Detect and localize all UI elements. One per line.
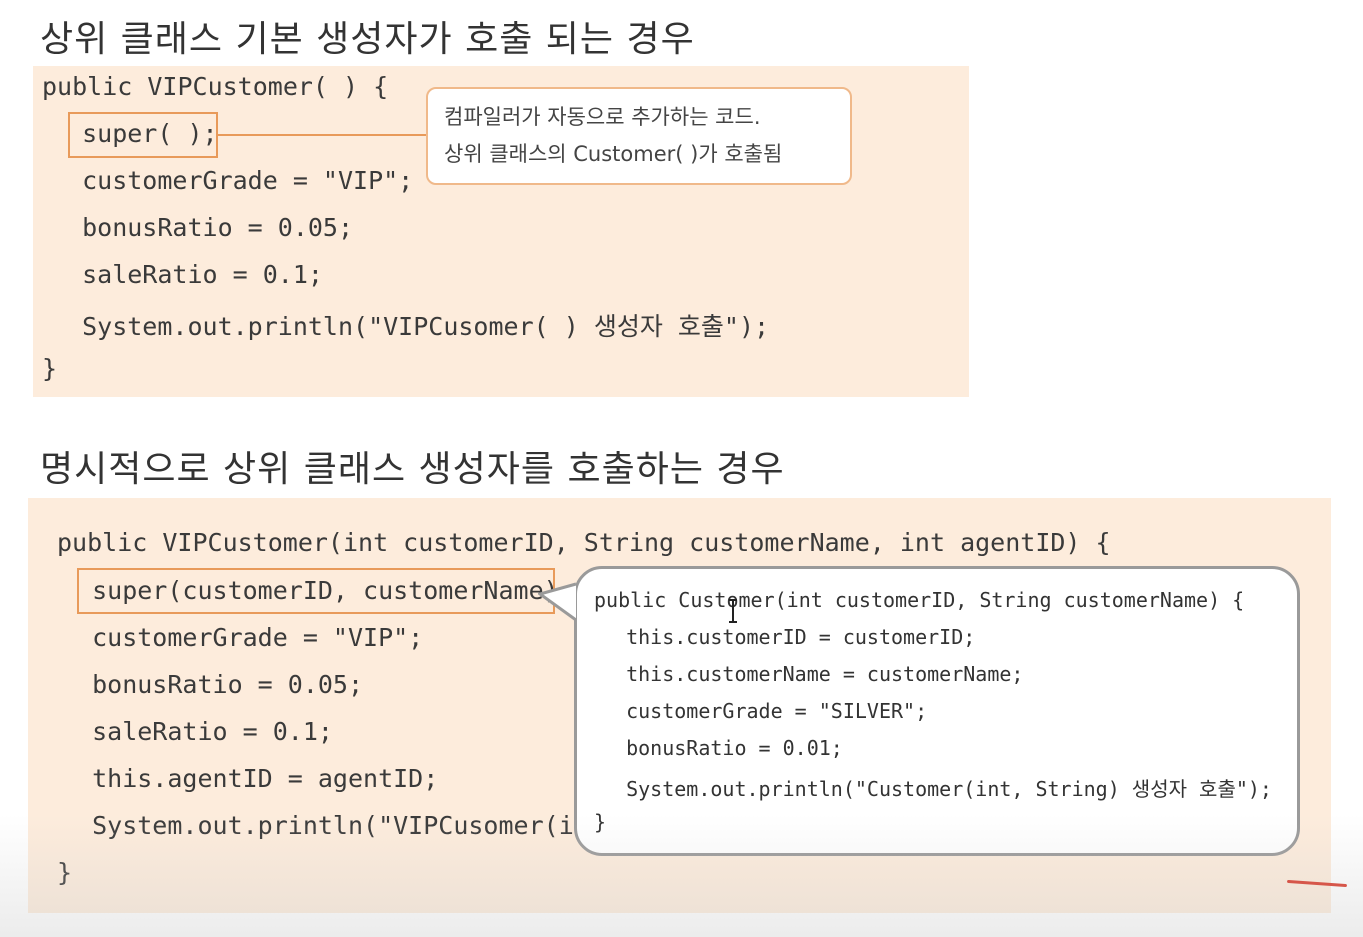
section2-code-line-8: } bbox=[57, 858, 73, 887]
bubble-code-line-1: public Customer(int customerID, String c… bbox=[594, 588, 1245, 612]
bubble-code-line-5: bonusRatio = 0.01; bbox=[602, 736, 843, 760]
bubble-code-line-3: this.customerName = customerName; bbox=[602, 662, 1024, 686]
section2-code-line-5: saleRatio = 0.1; bbox=[62, 717, 333, 746]
section2-code-line-7: System.out.println("VIPCusomer(int bbox=[62, 811, 604, 840]
section2-code-line-6: this.agentID = agentID; bbox=[62, 764, 439, 793]
text-cursor-icon bbox=[729, 599, 737, 623]
section1-code-line-1: public VIPCustomer( ) { bbox=[42, 72, 389, 101]
bubble-pointer bbox=[538, 582, 577, 622]
section1-heading: 상위 클래스 기본 생성자가 호출 되는 경우 bbox=[40, 19, 695, 60]
section1-code-line-6: System.out.println("VIPCusomer( ) 생성자 호출… bbox=[52, 312, 770, 341]
super-call-highlight bbox=[68, 112, 218, 158]
section1-code-line-5: saleRatio = 0.1; bbox=[52, 260, 323, 289]
section1-code-line-4: bonusRatio = 0.05; bbox=[52, 213, 354, 242]
section1-code-line-7: } bbox=[42, 354, 58, 383]
callout-line-1: 컴파일러가 자동으로 추가하는 코드. bbox=[444, 105, 761, 129]
super-args-highlight bbox=[77, 568, 555, 614]
bubble-code-line-6: System.out.println("Customer(int, String… bbox=[602, 777, 1272, 801]
bubble-code-line-2: this.customerID = customerID; bbox=[602, 625, 976, 649]
section2-code-line-4: bonusRatio = 0.05; bbox=[62, 670, 364, 699]
section2-code-line-3: customerGrade = "VIP"; bbox=[62, 623, 424, 652]
bubble-code-line-7: } bbox=[594, 810, 607, 834]
bubble-code-line-4: customerGrade = "SILVER"; bbox=[602, 699, 928, 723]
compiler-callout: 컴파일러가 자동으로 추가하는 코드. 상위 클래스의 Customer( )가… bbox=[426, 87, 852, 185]
section2-heading: 명시적으로 상위 클래스 생성자를 호출하는 경우 bbox=[40, 449, 785, 490]
section1-code-line-3: customerGrade = "VIP"; bbox=[52, 166, 414, 195]
section2-code-line-1: public VIPCustomer(int customerID, Strin… bbox=[57, 528, 1111, 557]
callout-line-2: 상위 클래스의 Customer( )가 호출됨 bbox=[444, 142, 783, 166]
callout-connector bbox=[218, 134, 426, 136]
